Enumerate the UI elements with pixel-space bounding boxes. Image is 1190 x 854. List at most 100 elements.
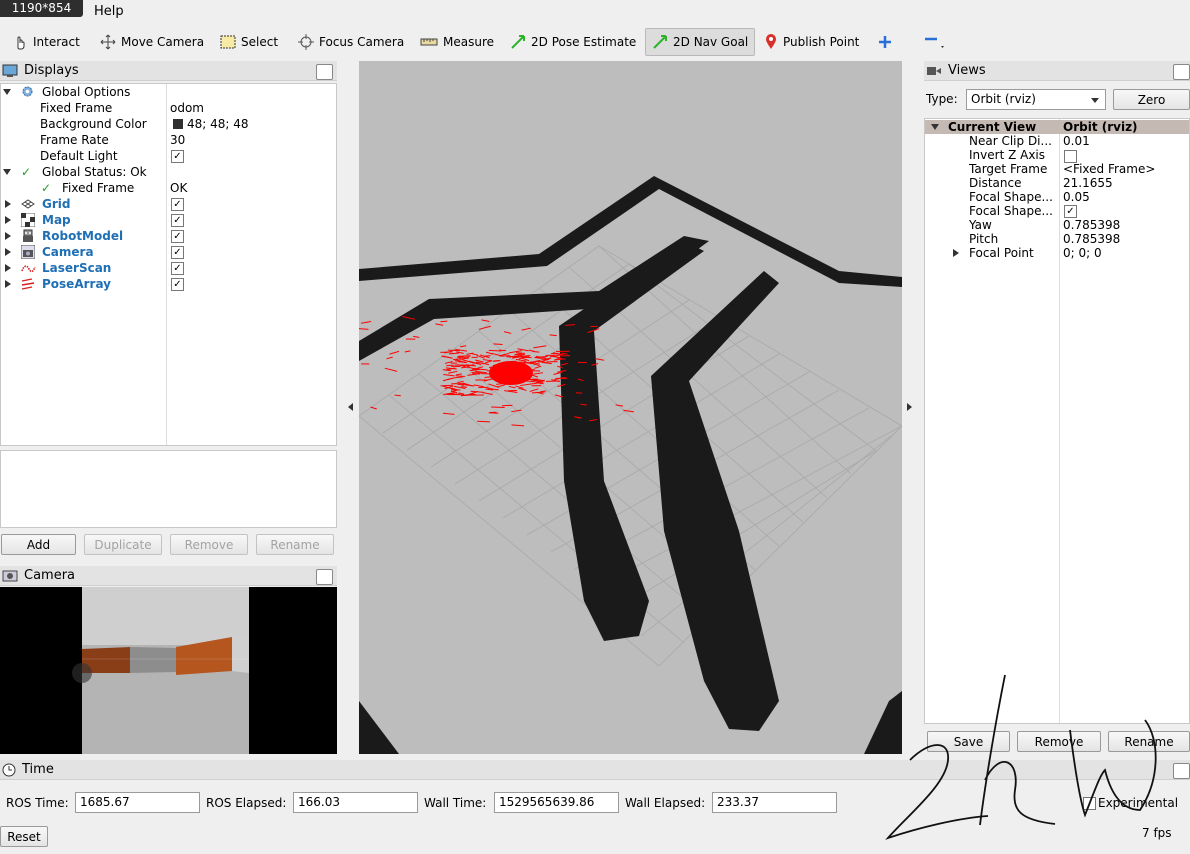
default-light-checkbox[interactable]: ✓ bbox=[171, 150, 184, 163]
tree-row-frame-rate[interactable]: Frame Rate 30 bbox=[1, 132, 336, 148]
display-item-grid[interactable]: Grid ✓ bbox=[1, 196, 336, 212]
display-item-posearray[interactable]: PoseArray ✓ bbox=[1, 276, 336, 292]
tree-row-background-color[interactable]: Background Color 48; 48; 48 bbox=[1, 116, 336, 132]
pose-arrow bbox=[501, 404, 513, 407]
pose-estimate-tool[interactable]: 2D Pose Estimate bbox=[504, 28, 642, 56]
add-tool-button[interactable] bbox=[872, 28, 898, 56]
remove-tool-button[interactable] bbox=[918, 28, 952, 56]
move-camera-tool[interactable]: Move Camera bbox=[94, 28, 210, 56]
camera-float-toggle[interactable] bbox=[316, 569, 333, 585]
scene-svg bbox=[359, 176, 902, 754]
laserscan-enabled-checkbox[interactable]: ✓ bbox=[171, 262, 184, 275]
camera-enabled-checkbox[interactable]: ✓ bbox=[171, 246, 184, 259]
focal-shape-checkbox[interactable]: ✓ bbox=[1064, 205, 1077, 218]
pose-arrow bbox=[549, 334, 557, 337]
view-type-value: Orbit (rviz) bbox=[971, 92, 1036, 106]
camera-icon bbox=[2, 570, 18, 581]
menu-help[interactable]: Help bbox=[94, 4, 124, 19]
wall-elapsed-field[interactable]: 233.37 bbox=[712, 792, 837, 813]
ros-elapsed-field[interactable]: 166.03 bbox=[293, 792, 418, 813]
pose-arrow bbox=[370, 406, 377, 410]
camera-image-view[interactable] bbox=[0, 587, 337, 754]
pose-arrow bbox=[520, 383, 534, 387]
posearray-enabled-checkbox[interactable]: ✓ bbox=[171, 278, 184, 291]
prop-key: Focal Shape... bbox=[969, 190, 1053, 204]
prop-row[interactable]: Invert Z Axis bbox=[925, 148, 1189, 163]
prop-value[interactable]: 0.785398 bbox=[1063, 218, 1120, 232]
prop-row[interactable]: Yaw 0.785398 bbox=[925, 218, 1189, 232]
prop-row[interactable]: Target Frame <Fixed Frame> bbox=[925, 162, 1189, 176]
interact-tool[interactable]: Interact bbox=[6, 28, 86, 56]
pose-arrow bbox=[457, 355, 471, 357]
view-type-select[interactable]: Orbit (rviz) bbox=[966, 89, 1106, 110]
display-item-camera[interactable]: Camera ✓ bbox=[1, 244, 336, 260]
add-display-button[interactable]: Add bbox=[1, 534, 76, 555]
prop-value[interactable]: 0; 0; 0 bbox=[1063, 246, 1102, 260]
expand-arrow-icon[interactable] bbox=[953, 249, 959, 257]
zero-button[interactable]: Zero bbox=[1113, 89, 1190, 110]
publish-point-tool[interactable]: Publish Point bbox=[758, 28, 865, 56]
duplicate-display-button[interactable]: Duplicate bbox=[84, 534, 162, 555]
robotmodel-enabled-checkbox[interactable]: ✓ bbox=[171, 230, 184, 243]
focus-camera-tool[interactable]: Focus Camera bbox=[292, 28, 410, 56]
expand-arrow-icon[interactable] bbox=[5, 264, 11, 272]
collapse-right-arrow-icon[interactable] bbox=[907, 403, 912, 411]
expand-arrow-icon[interactable] bbox=[5, 232, 11, 240]
map-enabled-checkbox[interactable]: ✓ bbox=[171, 214, 184, 227]
collapse-arrow-icon[interactable] bbox=[931, 124, 939, 130]
display-item-robotmodel[interactable]: RobotModel ✓ bbox=[1, 228, 336, 244]
display-item-map[interactable]: Map ✓ bbox=[1, 212, 336, 228]
prop-row[interactable]: Distance 21.1655 bbox=[925, 176, 1189, 190]
pose-arrow bbox=[553, 358, 561, 361]
left-splitter[interactable] bbox=[341, 61, 359, 754]
remove-display-button[interactable]: Remove bbox=[170, 534, 248, 555]
current-view-row[interactable]: Current View Orbit (rviz) bbox=[925, 120, 1189, 134]
prop-row[interactable]: Near Clip Di... 0.01 bbox=[925, 134, 1189, 148]
display-item-laserscan[interactable]: LaserScan ✓ bbox=[1, 260, 336, 276]
right-splitter[interactable] bbox=[902, 61, 922, 754]
nav-goal-tool[interactable]: 2D Nav Goal bbox=[645, 28, 755, 56]
prop-value[interactable]: 0.785398 bbox=[1063, 232, 1120, 246]
frame-rate-value[interactable]: 30 bbox=[170, 132, 185, 148]
tree-row-global-status[interactable]: ✓ Global Status: Ok bbox=[1, 164, 336, 180]
tree-row-global-options[interactable]: Global Options bbox=[1, 84, 336, 100]
expand-arrow-icon[interactable] bbox=[5, 280, 11, 288]
prop-row[interactable]: Focal Point 0; 0; 0 bbox=[925, 246, 1189, 260]
collapse-arrow-icon[interactable] bbox=[3, 169, 11, 175]
green-arrow-icon bbox=[653, 35, 667, 49]
collapse-arrow-icon[interactable] bbox=[3, 89, 11, 95]
map-pin-icon bbox=[766, 34, 776, 49]
tree-row-status-fixed-frame[interactable]: ✓ Fixed Frame OK bbox=[1, 180, 336, 196]
tree-row-default-light[interactable]: Default Light ✓ bbox=[1, 148, 336, 164]
tree-row-fixed-frame[interactable]: Fixed Frame odom bbox=[1, 100, 336, 116]
wall-time-field[interactable]: 1529565639.86 bbox=[494, 792, 619, 813]
ros-time-field[interactable]: 1685.67 bbox=[75, 792, 200, 813]
prop-row[interactable]: Pitch 0.785398 bbox=[925, 232, 1189, 246]
video-camera-icon bbox=[927, 66, 941, 75]
prop-value[interactable]: 0.05 bbox=[1063, 190, 1090, 204]
rename-display-button[interactable]: Rename bbox=[256, 534, 334, 555]
prop-row[interactable]: Focal Shape... 0.05 bbox=[925, 190, 1189, 204]
prop-value[interactable]: 0.01 bbox=[1063, 134, 1090, 148]
wall-time-label: Wall Time: bbox=[424, 796, 487, 810]
expand-arrow-icon[interactable] bbox=[5, 216, 11, 224]
prop-value[interactable]: 21.1655 bbox=[1063, 176, 1113, 190]
pose-arrow bbox=[435, 323, 444, 326]
expand-arrow-icon[interactable] bbox=[5, 200, 11, 208]
views-float-toggle[interactable] bbox=[1173, 64, 1190, 80]
background-color-value[interactable]: 48; 48; 48 bbox=[187, 116, 249, 132]
collapse-left-arrow-icon[interactable] bbox=[348, 403, 353, 411]
prop-value[interactable]: <Fixed Frame> bbox=[1063, 162, 1155, 176]
prop-row[interactable]: Focal Shape... ✓ bbox=[925, 204, 1189, 218]
expand-arrow-icon[interactable] bbox=[5, 248, 11, 256]
grid-enabled-checkbox[interactable]: ✓ bbox=[171, 198, 184, 211]
render-3d-view[interactable] bbox=[359, 61, 902, 754]
status-fixed-frame-value: OK bbox=[170, 181, 188, 195]
displays-float-toggle[interactable] bbox=[316, 64, 333, 80]
pose-arrow bbox=[512, 355, 521, 358]
fixed-frame-value[interactable]: odom bbox=[170, 100, 204, 116]
reset-button[interactable]: Reset bbox=[0, 826, 48, 847]
pose-arrow bbox=[448, 370, 458, 374]
select-tool[interactable]: Select bbox=[214, 28, 284, 56]
measure-tool[interactable]: Measure bbox=[414, 28, 500, 56]
